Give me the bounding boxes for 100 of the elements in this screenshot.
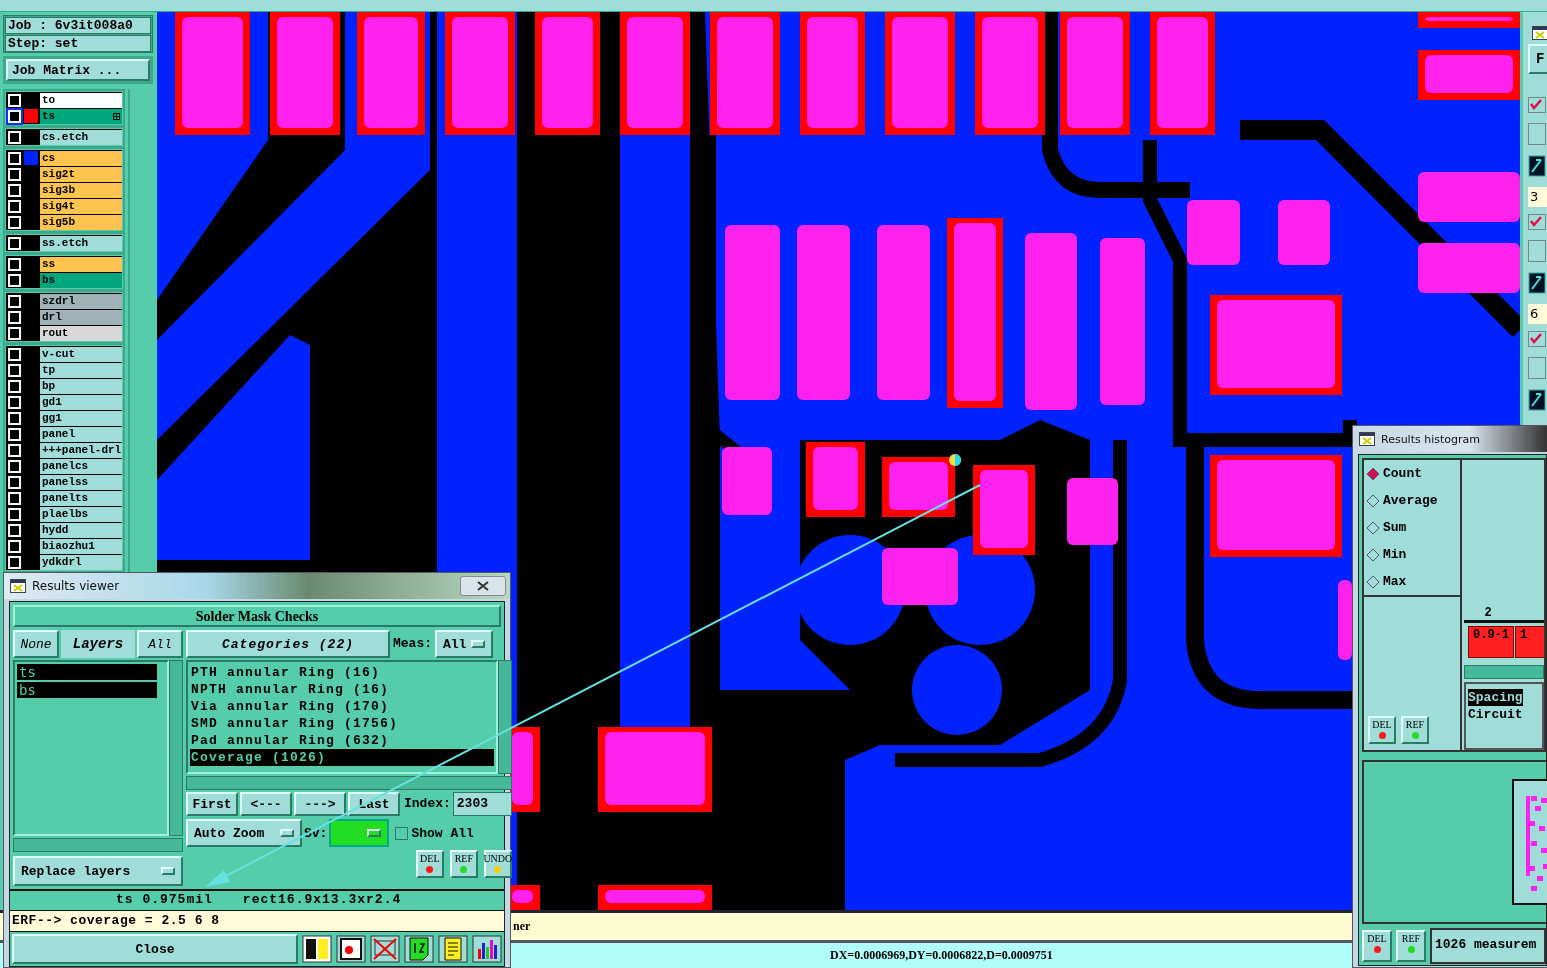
navigation-button[interactable]: ---> bbox=[294, 792, 346, 816]
layer-name[interactable]: tp bbox=[40, 362, 122, 378]
layer-name[interactable]: panelts bbox=[40, 490, 122, 506]
layer-name[interactable]: bp bbox=[40, 378, 122, 394]
meas-dropdown[interactable]: All bbox=[435, 630, 493, 658]
layer-checkbox[interactable] bbox=[8, 310, 21, 324]
replace-layers-dropdown[interactable]: Replace layers bbox=[13, 856, 183, 886]
category-item[interactable]: SMD annular Ring (1756) bbox=[190, 715, 494, 732]
layer-name[interactable]: panel bbox=[40, 426, 122, 442]
category-item[interactable]: NPTH annular Ring (16) bbox=[190, 681, 494, 698]
layer-checkbox[interactable] bbox=[8, 130, 21, 144]
navigation-button[interactable]: <--- bbox=[240, 792, 292, 816]
toolbar-button[interactable]: F bbox=[1528, 44, 1547, 74]
layer-checkbox[interactable] bbox=[8, 109, 21, 123]
notes-icon[interactable] bbox=[438, 935, 468, 963]
layer-checkbox[interactable] bbox=[8, 199, 21, 213]
layer-checkbox[interactable] bbox=[8, 326, 21, 340]
horizontal-scrollbar[interactable] bbox=[186, 776, 512, 790]
layer-name[interactable]: gd1 bbox=[40, 394, 122, 410]
layer-name[interactable]: sig4t bbox=[40, 198, 122, 214]
layer-name[interactable]: ss bbox=[40, 256, 122, 272]
layer-checkbox[interactable] bbox=[8, 257, 21, 271]
tool-icon[interactable] bbox=[1528, 155, 1546, 177]
tool-icon[interactable] bbox=[1528, 272, 1546, 294]
histogram-bin[interactable]: 1 bbox=[1515, 626, 1544, 658]
layer-name[interactable]: panelcs bbox=[40, 458, 122, 474]
job-matrix-button[interactable]: Job Matrix ... bbox=[6, 59, 150, 81]
layer-checkbox[interactable] bbox=[8, 395, 21, 409]
vertical-scrollbar[interactable] bbox=[169, 660, 183, 836]
count-field[interactable]: 3 bbox=[1528, 187, 1547, 207]
layer-checkbox[interactable] bbox=[8, 183, 21, 197]
histogram-bin[interactable]: 0.9-1 bbox=[1468, 626, 1514, 658]
category-item[interactable]: PTH annular Ring (16) bbox=[190, 664, 494, 681]
action-button[interactable]: DEL bbox=[415, 850, 444, 878]
layer-name[interactable]: biaozhu1 bbox=[40, 538, 122, 554]
split-view-icon[interactable] bbox=[302, 935, 332, 963]
category-item[interactable]: Via annular Ring (170) bbox=[190, 698, 494, 715]
radio-button[interactable] bbox=[1366, 547, 1380, 562]
layer-list-item[interactable]: bs bbox=[17, 682, 157, 698]
action-button[interactable]: REF bbox=[1401, 716, 1429, 744]
layer-name[interactable]: ts bbox=[40, 108, 122, 124]
auto-zoom-dropdown[interactable]: Auto Zoom bbox=[186, 819, 302, 847]
layer-checkbox[interactable] bbox=[8, 411, 21, 425]
layer-checkbox[interactable] bbox=[8, 236, 21, 250]
category-item[interactable]: Coverage (1026) bbox=[190, 749, 494, 766]
navigation-button[interactable]: First bbox=[186, 792, 238, 816]
action-button[interactable]: REF bbox=[449, 850, 478, 878]
layer-name[interactable]: v-cut bbox=[40, 346, 122, 362]
layer-name[interactable]: sig2t bbox=[40, 166, 122, 182]
checkbox[interactable] bbox=[1528, 214, 1546, 230]
close-button[interactable] bbox=[460, 576, 506, 596]
layer-name[interactable]: ss.etch bbox=[40, 235, 122, 251]
show-all-checkbox[interactable] bbox=[395, 826, 409, 840]
layer-checkbox[interactable] bbox=[8, 555, 21, 569]
layer-name[interactable]: bs bbox=[40, 272, 122, 288]
layer-checkbox[interactable] bbox=[8, 427, 21, 441]
layer-name[interactable]: cs bbox=[40, 150, 122, 166]
layer-checkbox[interactable] bbox=[8, 151, 21, 165]
radio-button[interactable] bbox=[1366, 520, 1380, 535]
layer-checkbox[interactable] bbox=[8, 294, 21, 308]
categories-button[interactable]: Categories (22) bbox=[186, 630, 390, 658]
category-item[interactable]: Pad annular Ring (632) bbox=[190, 732, 494, 749]
action-button[interactable]: UNDO bbox=[483, 850, 512, 878]
layer-name[interactable]: sig3b bbox=[40, 182, 122, 198]
action-button[interactable]: REF bbox=[1396, 930, 1426, 962]
layer-name[interactable]: hydd bbox=[40, 522, 122, 538]
layer-checkbox[interactable] bbox=[8, 459, 21, 473]
radio-button[interactable] bbox=[1366, 466, 1380, 481]
none-button[interactable]: None bbox=[13, 630, 59, 658]
layer-checkbox[interactable] bbox=[8, 443, 21, 457]
layer-checkbox[interactable] bbox=[8, 491, 21, 505]
checkbox[interactable] bbox=[1528, 97, 1546, 113]
layer-checkbox[interactable] bbox=[8, 93, 21, 107]
layer-name[interactable]: sig5b bbox=[40, 214, 122, 230]
layer-checkbox[interactable] bbox=[8, 167, 21, 181]
layer-checkbox[interactable] bbox=[8, 363, 21, 377]
layer-name[interactable]: panelss bbox=[40, 474, 122, 490]
layer-checkbox[interactable] bbox=[8, 475, 21, 489]
layer-list-item[interactable]: ts bbox=[17, 664, 157, 680]
radio-button[interactable] bbox=[1366, 574, 1380, 589]
category-item[interactable]: Circuit bbox=[1468, 706, 1540, 723]
all-button[interactable]: All bbox=[137, 630, 183, 658]
layer-checkbox[interactable] bbox=[8, 379, 21, 393]
layer-name[interactable]: szdrl bbox=[40, 293, 122, 309]
count-field[interactable]: 6 bbox=[1528, 304, 1547, 324]
horizontal-scrollbar[interactable] bbox=[1464, 665, 1544, 679]
close-button[interactable]: Close bbox=[12, 934, 298, 964]
layer-checkbox[interactable] bbox=[8, 347, 21, 361]
checkbox[interactable] bbox=[1528, 331, 1546, 347]
bar-chart-icon[interactable] bbox=[472, 935, 502, 963]
layer-name[interactable]: ydkdrl bbox=[40, 554, 122, 570]
index-field[interactable]: 2303 bbox=[452, 792, 512, 816]
layer-name[interactable]: cs.etch bbox=[40, 129, 122, 145]
layer-name[interactable]: to bbox=[40, 92, 122, 108]
action-button[interactable]: DEL bbox=[1362, 930, 1392, 962]
layer-checkbox[interactable] bbox=[8, 539, 21, 553]
layer-name[interactable]: +++panel-drl bbox=[40, 442, 122, 458]
record-icon[interactable] bbox=[336, 935, 366, 963]
layer-checkbox[interactable] bbox=[8, 215, 21, 229]
layer-checkbox[interactable] bbox=[8, 523, 21, 537]
